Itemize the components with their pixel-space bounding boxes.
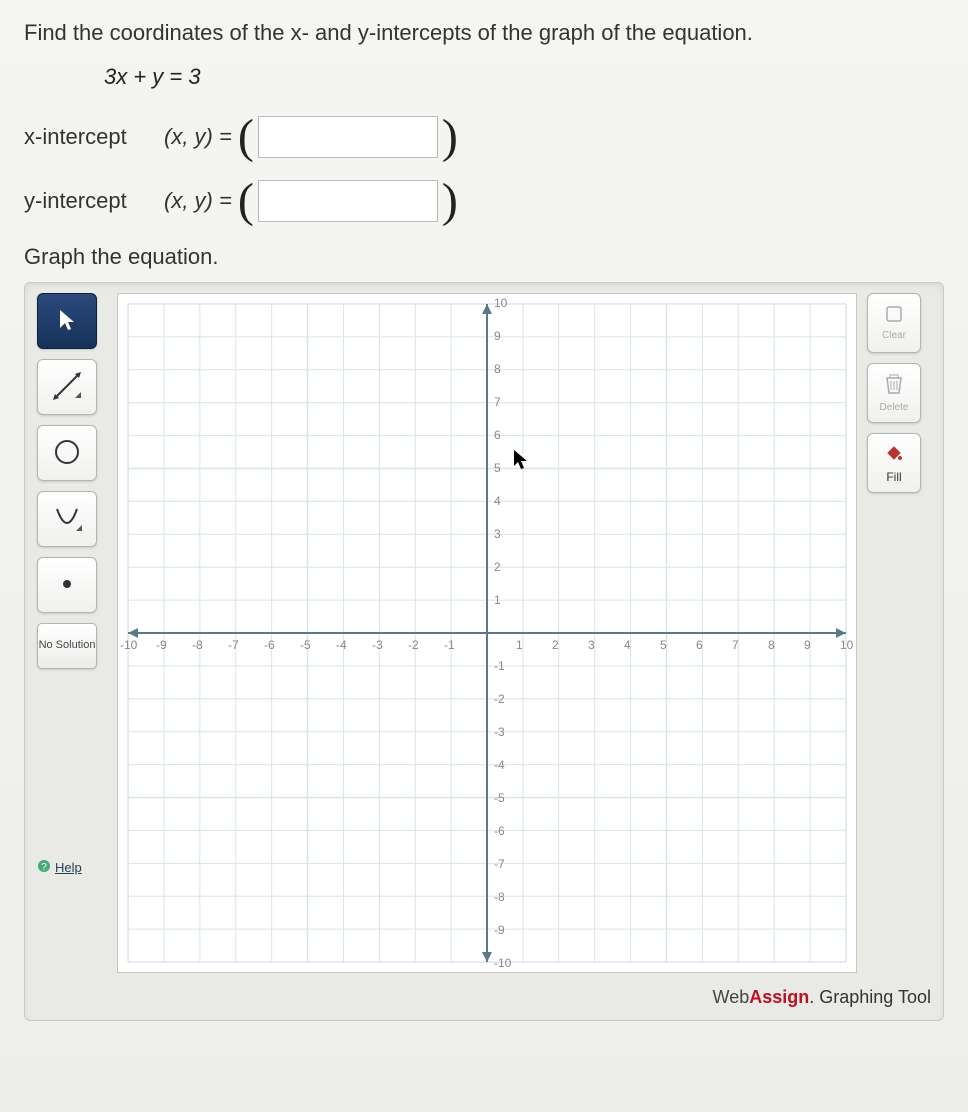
x-tick-label: -9 — [156, 638, 167, 652]
question-equation: 3x + y = 3 — [104, 64, 944, 90]
y-tick-label: -1 — [494, 659, 505, 673]
x-tick-label: -8 — [192, 638, 203, 652]
right-paren: ) — [442, 123, 458, 152]
xy-expression: (x, y) = — [164, 124, 232, 150]
y-tick-label: -4 — [494, 758, 505, 772]
graph-heading: Graph the equation. — [24, 244, 944, 270]
x-tick-label: -2 — [408, 638, 419, 652]
clear-label: Clear — [882, 330, 906, 341]
y-tick-label: -9 — [494, 923, 505, 937]
line-tool-button[interactable] — [37, 359, 97, 415]
x-tick-label: 5 — [660, 638, 667, 652]
x-tick-label: 7 — [732, 638, 739, 652]
trash-icon — [884, 373, 904, 398]
fill-label: Fill — [886, 470, 901, 484]
circle-tool-button[interactable] — [37, 425, 97, 481]
help-icon: ? — [37, 859, 51, 876]
right-paren: ) — [442, 187, 458, 216]
x-tick-label: 2 — [552, 638, 559, 652]
x-tick-label: 3 — [588, 638, 595, 652]
region-tool-button[interactable] — [37, 491, 97, 547]
y-tick-label: 10 — [494, 296, 507, 310]
fill-icon — [884, 443, 904, 466]
x-tick-label: 8 — [768, 638, 775, 652]
left-paren: ( — [238, 187, 254, 216]
brand-suffix: . Graphing Tool — [809, 987, 931, 1007]
y-tick-label: -5 — [494, 791, 505, 805]
y-tick-label: 7 — [494, 395, 501, 409]
y-tick-label: 6 — [494, 428, 501, 442]
y-tick-label: -10 — [494, 956, 511, 970]
y-intercept-label: y-intercept — [24, 188, 164, 214]
question-prompt: Find the coordinates of the x- and y-int… — [24, 20, 944, 46]
help-link[interactable]: ? Help — [37, 859, 107, 876]
y-tick-label: 2 — [494, 560, 501, 574]
left-paren: ( — [238, 123, 254, 152]
graph-panel: No Solution ? Help -10-9-8-7-6-5-4-3-2-1… — [24, 282, 944, 1021]
x-tick-label: -1 — [444, 638, 455, 652]
brand-web: Web — [713, 987, 750, 1007]
help-label: Help — [55, 860, 82, 875]
no-solution-button[interactable]: No Solution — [37, 623, 97, 669]
y-tick-label: 1 — [494, 593, 501, 607]
fill-button[interactable]: Fill — [867, 433, 921, 493]
toolbar-right: Clear Delete Fill — [867, 293, 927, 493]
x-tick-label: 4 — [624, 638, 631, 652]
y-tick-label: -3 — [494, 725, 505, 739]
pointer-tool-button[interactable] — [37, 293, 97, 349]
parabola-icon — [52, 503, 82, 536]
line-icon — [51, 370, 83, 405]
xy-expression: (x, y) = — [164, 188, 232, 214]
point-tool-button[interactable] — [37, 557, 97, 613]
graph-area[interactable]: -10 -9 -8 -7 -6 -5 -4 -3 -2 -1 1 2 3 4 5 6 7 8 9 10 -10 -9 -8 -… — [117, 293, 857, 973]
x-tick-label: 10 — [840, 638, 853, 652]
x-tick-label: 1 — [516, 638, 523, 652]
coordinate-grid — [118, 294, 856, 972]
y-tick-label: -7 — [494, 857, 505, 871]
x-intercept-row: x-intercept (x, y) = ( ) — [24, 116, 944, 158]
y-tick-label: 9 — [494, 329, 501, 343]
y-tick-label: -6 — [494, 824, 505, 838]
circle-icon — [52, 437, 82, 470]
toolbar-left: No Solution ? Help — [37, 293, 107, 876]
x-tick-label: -10 — [120, 638, 137, 652]
x-tick-label: 9 — [804, 638, 811, 652]
delete-label: Delete — [880, 402, 909, 413]
x-tick-label: -4 — [336, 638, 347, 652]
point-icon — [60, 577, 74, 594]
pointer-icon — [57, 308, 77, 335]
y-tick-label: 5 — [494, 461, 501, 475]
delete-button[interactable]: Delete — [867, 363, 921, 423]
x-intercept-label: x-intercept — [24, 124, 164, 150]
x-tick-label: -3 — [372, 638, 383, 652]
y-tick-label: -2 — [494, 692, 505, 706]
y-tick-label: 4 — [494, 494, 501, 508]
x-intercept-input[interactable] — [258, 116, 438, 158]
y-tick-label: 8 — [494, 362, 501, 376]
x-tick-label: 6 — [696, 638, 703, 652]
svg-text:?: ? — [41, 862, 47, 873]
x-tick-label: -7 — [228, 638, 239, 652]
y-intercept-input[interactable] — [258, 180, 438, 222]
y-tick-label: -8 — [494, 890, 505, 904]
y-tick-label: 3 — [494, 527, 501, 541]
branding: WebAssign. Graphing Tool — [37, 987, 931, 1008]
y-intercept-row: y-intercept (x, y) = ( ) — [24, 180, 944, 222]
brand-assign: Assign — [749, 987, 809, 1007]
clear-icon — [885, 305, 903, 326]
no-solution-label: No Solution — [39, 639, 96, 652]
clear-button[interactable]: Clear — [867, 293, 921, 353]
x-tick-label: -6 — [264, 638, 275, 652]
x-tick-label: -5 — [300, 638, 311, 652]
